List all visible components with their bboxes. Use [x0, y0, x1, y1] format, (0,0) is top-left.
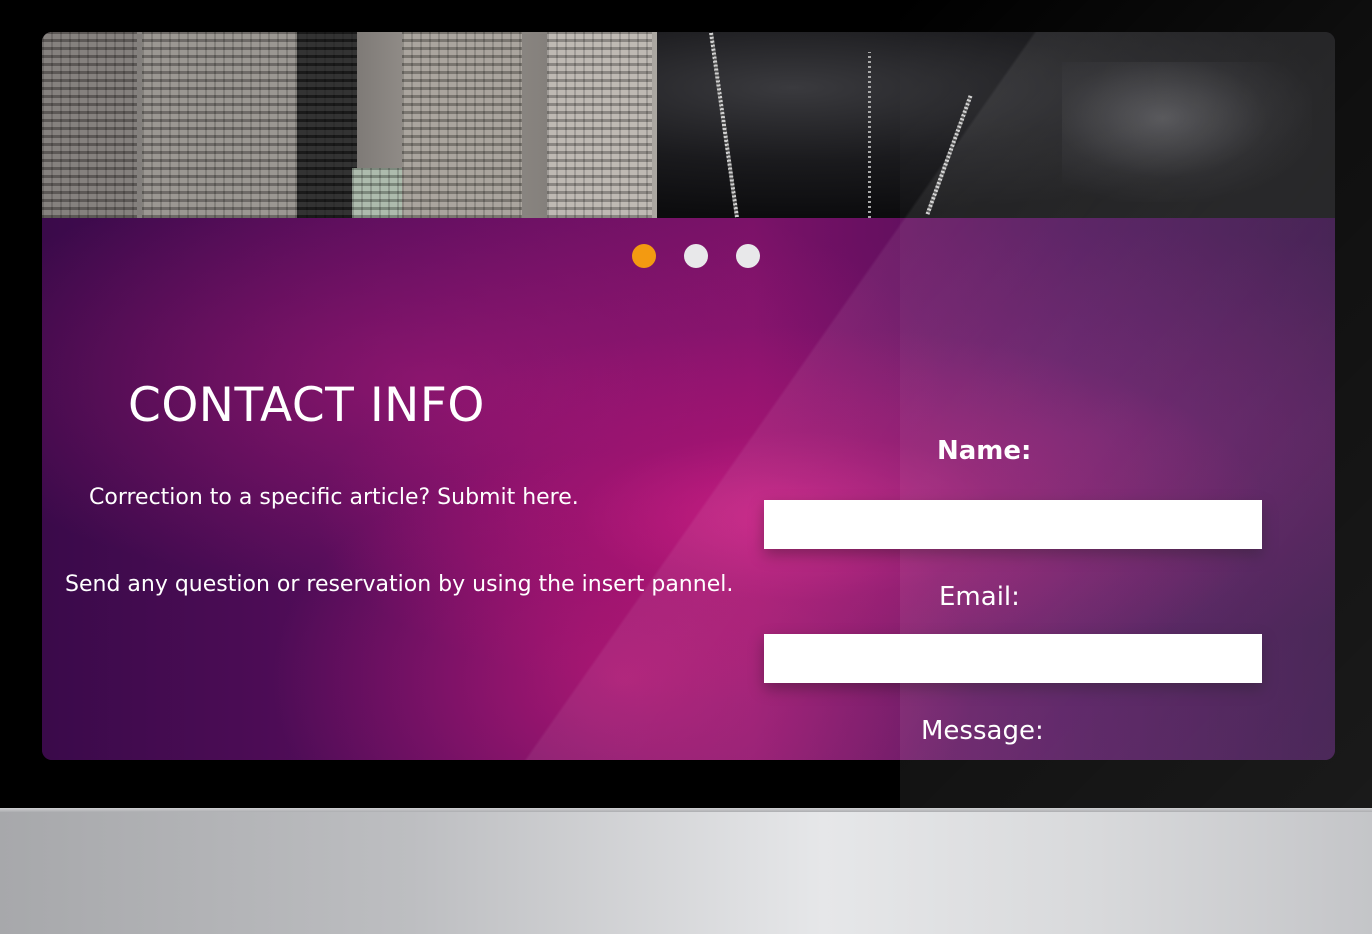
- building-image: [402, 32, 522, 218]
- name-field[interactable]: [764, 500, 1262, 549]
- screen: CONTACT INFO Correction to a specific ar…: [42, 32, 1335, 760]
- monitor-chin: [0, 812, 1372, 934]
- info-text-correction: Correction to a specific article? Submit…: [89, 485, 579, 510]
- monitor-frame: CONTACT INFO Correction to a specific ar…: [0, 0, 1372, 934]
- building-image: [42, 32, 137, 218]
- jacket-highlight: [1062, 62, 1312, 202]
- building-image: [547, 32, 652, 218]
- page-title: CONTACT INFO: [128, 378, 485, 433]
- building-image: [142, 32, 297, 218]
- hero-image: [42, 32, 1335, 218]
- carousel-dot-3[interactable]: [736, 244, 760, 268]
- carousel-dot-2[interactable]: [684, 244, 708, 268]
- info-text-question: Send any question or reservation by usin…: [65, 572, 734, 597]
- necklace-decoration: [868, 52, 871, 218]
- building-image: [297, 32, 357, 218]
- building-image: [352, 168, 407, 218]
- message-label: Message:: [921, 716, 1044, 746]
- carousel-indicators: [632, 244, 760, 268]
- email-field[interactable]: [764, 634, 1262, 683]
- name-label: Name:: [937, 436, 1032, 466]
- carousel-dot-1[interactable]: [632, 244, 656, 268]
- email-label: Email:: [939, 582, 1020, 612]
